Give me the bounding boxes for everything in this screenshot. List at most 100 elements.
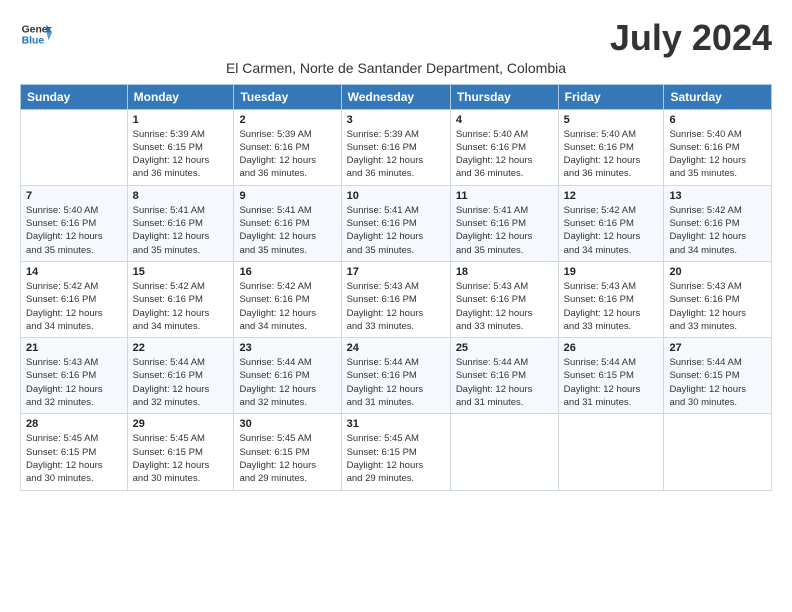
calendar-cell: 20 Sunrise: 5:43 AM Sunset: 6:16 PM Dayli… <box>664 261 772 337</box>
calendar-cell: 12 Sunrise: 5:42 AM Sunset: 6:16 PM Dayli… <box>558 185 664 261</box>
calendar-cell: 16 Sunrise: 5:42 AM Sunset: 6:16 PM Dayli… <box>234 261 341 337</box>
day-number: 26 <box>564 342 659 354</box>
day-info: Sunrise: 5:42 AM Sunset: 6:16 PM Dayligh… <box>669 204 766 257</box>
day-number: 25 <box>456 342 553 354</box>
day-number: 21 <box>26 342 122 354</box>
calendar-cell: 29 Sunrise: 5:45 AM Sunset: 6:15 PM Dayli… <box>127 414 234 490</box>
calendar-cell: 4 Sunrise: 5:40 AM Sunset: 6:16 PM Daylig… <box>450 109 558 185</box>
day-number: 20 <box>669 266 766 278</box>
calendar-day-header: Saturday <box>664 84 772 109</box>
calendar-cell <box>664 414 772 490</box>
day-info: Sunrise: 5:39 AM Sunset: 6:16 PM Dayligh… <box>239 128 335 181</box>
day-info: Sunrise: 5:44 AM Sunset: 6:15 PM Dayligh… <box>669 356 766 409</box>
calendar-day-header: Wednesday <box>341 84 450 109</box>
calendar-cell: 22 Sunrise: 5:44 AM Sunset: 6:16 PM Dayli… <box>127 338 234 414</box>
calendar-cell <box>450 414 558 490</box>
calendar-cell: 2 Sunrise: 5:39 AM Sunset: 6:16 PM Daylig… <box>234 109 341 185</box>
calendar-cell: 19Sunrise: 5:43 AM Sunset: 6:16 PM Dayli… <box>558 261 664 337</box>
day-info: Sunrise: 5:45 AM Sunset: 6:15 PM Dayligh… <box>239 432 335 485</box>
calendar-cell: 8 Sunrise: 5:41 AM Sunset: 6:16 PM Daylig… <box>127 185 234 261</box>
day-info: Sunrise: 5:45 AM Sunset: 6:15 PM Dayligh… <box>347 432 445 485</box>
calendar-week-row: 14 Sunrise: 5:42 AM Sunset: 6:16 PM Dayli… <box>21 261 772 337</box>
day-info: Sunrise: 5:42 AM Sunset: 6:16 PM Dayligh… <box>133 280 229 333</box>
svg-text:Blue: Blue <box>22 36 45 47</box>
calendar-cell: 24 Sunrise: 5:44 AM Sunset: 6:16 PM Dayli… <box>341 338 450 414</box>
calendar-cell: 18 Sunrise: 5:43 AM Sunset: 6:16 PM Dayli… <box>450 261 558 337</box>
day-number: 14 <box>26 266 122 278</box>
day-info: Sunrise: 5:43 AM Sunset: 6:16 PM Dayligh… <box>669 280 766 333</box>
day-info: Sunrise: 5:40 AM Sunset: 6:16 PM Dayligh… <box>456 128 553 181</box>
day-info: Sunrise: 5:40 AM Sunset: 6:16 PM Dayligh… <box>564 128 659 181</box>
day-info: Sunrise: 5:44 AM Sunset: 6:16 PM Dayligh… <box>456 356 553 409</box>
day-number: 9 <box>239 190 335 202</box>
calendar-cell <box>21 109 128 185</box>
day-number: 30 <box>239 418 335 430</box>
day-number: 13 <box>669 190 766 202</box>
day-number: 29 <box>133 418 229 430</box>
calendar-cell: 27Sunrise: 5:44 AM Sunset: 6:15 PM Dayli… <box>664 338 772 414</box>
calendar-cell: 10 Sunrise: 5:41 AM Sunset: 6:16 PM Dayli… <box>341 185 450 261</box>
day-info: Sunrise: 5:43 AM Sunset: 6:16 PM Dayligh… <box>456 280 553 333</box>
calendar-cell: 14Sunrise: 5:42 AM Sunset: 6:16 PM Dayli… <box>21 261 128 337</box>
calendar-cell: 9 Sunrise: 5:41 AM Sunset: 6:16 PM Daylig… <box>234 185 341 261</box>
location-title: El Carmen, Norte de Santander Department… <box>20 60 772 76</box>
day-number: 24 <box>347 342 445 354</box>
day-number: 11 <box>456 190 553 202</box>
day-info: Sunrise: 5:45 AM Sunset: 6:15 PM Dayligh… <box>133 432 229 485</box>
day-number: 22 <box>133 342 229 354</box>
day-info: Sunrise: 5:40 AM Sunset: 6:16 PM Dayligh… <box>669 128 766 181</box>
day-info: Sunrise: 5:40 AM Sunset: 6:16 PM Dayligh… <box>26 204 122 257</box>
calendar-day-header: Sunday <box>21 84 128 109</box>
calendar-cell: 21 Sunrise: 5:43 AM Sunset: 6:16 PM Dayli… <box>21 338 128 414</box>
day-info: Sunrise: 5:41 AM Sunset: 6:16 PM Dayligh… <box>347 204 445 257</box>
day-number: 12 <box>564 190 659 202</box>
day-info: Sunrise: 5:45 AM Sunset: 6:15 PM Dayligh… <box>26 432 122 485</box>
day-number: 10 <box>347 190 445 202</box>
calendar-cell: 13 Sunrise: 5:42 AM Sunset: 6:16 PM Dayli… <box>664 185 772 261</box>
calendar-day-header: Monday <box>127 84 234 109</box>
calendar-table: SundayMondayTuesdayWednesdayThursdayFrid… <box>20 84 772 491</box>
calendar-cell: 7Sunrise: 5:40 AM Sunset: 6:16 PM Daylig… <box>21 185 128 261</box>
calendar-cell <box>558 414 664 490</box>
logo-icon: General Blue <box>20 18 52 50</box>
calendar-cell: 6Sunrise: 5:40 AM Sunset: 6:16 PM Daylig… <box>664 109 772 185</box>
day-number: 31 <box>347 418 445 430</box>
day-info: Sunrise: 5:43 AM Sunset: 6:16 PM Dayligh… <box>26 356 122 409</box>
calendar-body: 1Sunrise: 5:39 AM Sunset: 6:15 PM Daylig… <box>21 109 772 490</box>
calendar-day-header: Tuesday <box>234 84 341 109</box>
day-number: 15 <box>133 266 229 278</box>
day-number: 18 <box>456 266 553 278</box>
calendar-week-row: 28 Sunrise: 5:45 AM Sunset: 6:15 PM Dayli… <box>21 414 772 490</box>
day-number: 17 <box>347 266 445 278</box>
day-info: Sunrise: 5:41 AM Sunset: 6:16 PM Dayligh… <box>133 204 229 257</box>
day-info: Sunrise: 5:39 AM Sunset: 6:15 PM Dayligh… <box>133 128 229 181</box>
month-title: July 2024 <box>610 18 772 58</box>
day-info: Sunrise: 5:44 AM Sunset: 6:15 PM Dayligh… <box>564 356 659 409</box>
day-info: Sunrise: 5:41 AM Sunset: 6:16 PM Dayligh… <box>239 204 335 257</box>
day-info: Sunrise: 5:44 AM Sunset: 6:16 PM Dayligh… <box>347 356 445 409</box>
calendar-cell: 26 Sunrise: 5:44 AM Sunset: 6:15 PM Dayli… <box>558 338 664 414</box>
day-number: 23 <box>239 342 335 354</box>
calendar-cell: 30 Sunrise: 5:45 AM Sunset: 6:15 PM Dayli… <box>234 414 341 490</box>
day-number: 3 <box>347 114 445 126</box>
day-number: 2 <box>239 114 335 126</box>
day-number: 8 <box>133 190 229 202</box>
calendar-day-header: Friday <box>558 84 664 109</box>
calendar-week-row: 1Sunrise: 5:39 AM Sunset: 6:15 PM Daylig… <box>21 109 772 185</box>
day-number: 28 <box>26 418 122 430</box>
calendar-cell: 23Sunrise: 5:44 AM Sunset: 6:16 PM Dayli… <box>234 338 341 414</box>
calendar-cell: 31 Sunrise: 5:45 AM Sunset: 6:15 PM Dayli… <box>341 414 450 490</box>
calendar-week-row: 7Sunrise: 5:40 AM Sunset: 6:16 PM Daylig… <box>21 185 772 261</box>
calendar-cell: 17 Sunrise: 5:43 AM Sunset: 6:16 PM Dayli… <box>341 261 450 337</box>
day-info: Sunrise: 5:44 AM Sunset: 6:16 PM Dayligh… <box>133 356 229 409</box>
day-number: 16 <box>239 266 335 278</box>
day-info: Sunrise: 5:43 AM Sunset: 6:16 PM Dayligh… <box>347 280 445 333</box>
day-number: 4 <box>456 114 553 126</box>
day-info: Sunrise: 5:41 AM Sunset: 6:16 PM Dayligh… <box>456 204 553 257</box>
day-info: Sunrise: 5:42 AM Sunset: 6:16 PM Dayligh… <box>564 204 659 257</box>
day-info: Sunrise: 5:42 AM Sunset: 6:16 PM Dayligh… <box>239 280 335 333</box>
calendar-cell: 25 Sunrise: 5:44 AM Sunset: 6:16 PM Dayli… <box>450 338 558 414</box>
logo: General Blue <box>20 18 56 50</box>
page: General Blue July 2024 El Carmen, Norte … <box>0 0 792 612</box>
day-info: Sunrise: 5:39 AM Sunset: 6:16 PM Dayligh… <box>347 128 445 181</box>
